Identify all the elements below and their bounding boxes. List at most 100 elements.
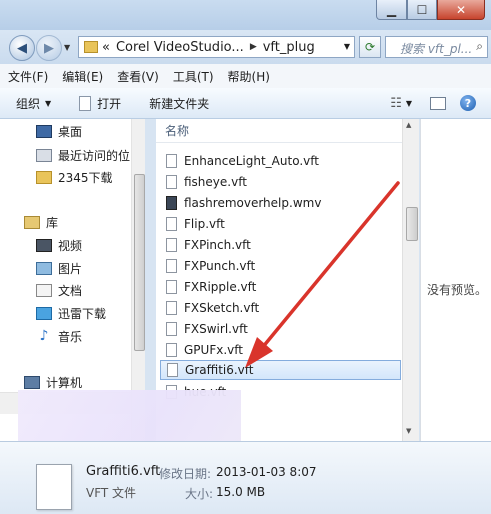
nav-item-thunder-download[interactable]: 迅雷下载: [36, 302, 106, 324]
menu-help[interactable]: 帮助(H): [220, 68, 276, 85]
address-bar[interactable]: « Corel VideoStudio... ▶ vft_plug ▼: [78, 36, 355, 58]
file-icon: [166, 154, 177, 168]
title-bar: ▁ ☐ ✕: [0, 0, 491, 30]
help-icon[interactable]: ?: [460, 95, 476, 111]
documents-library-icon: [36, 283, 52, 297]
file-name: Graffiti6.vft: [185, 363, 254, 377]
nav-item-recent-places[interactable]: 最近访问的位: [36, 144, 130, 166]
search-input[interactable]: 搜索 vft_pl... ⌕: [385, 36, 488, 58]
new-folder-button[interactable]: 新建文件夹: [149, 95, 209, 112]
view-options-icon[interactable]: ☷: [390, 96, 402, 111]
file-icon: [166, 301, 177, 315]
nav-item-label: 图片: [58, 261, 83, 276]
nav-item-libraries[interactable]: 库: [24, 211, 58, 233]
address-prefix[interactable]: «: [102, 40, 110, 55]
file-list-scrollbar[interactable]: ▲ ▼: [402, 119, 419, 441]
search-icon[interactable]: ⌕: [476, 39, 483, 54]
library-icon: [24, 215, 40, 229]
address-segment-vft-plug[interactable]: vft_plug: [263, 40, 315, 55]
refresh-icon: ⟳: [364, 40, 376, 54]
scroll-down-icon[interactable]: ▼: [406, 427, 411, 435]
file-name: FXSketch.vft: [184, 301, 260, 315]
modified-date-label: 修改日期:: [159, 467, 212, 481]
address-segment-corel[interactable]: Corel VideoStudio...: [116, 40, 244, 55]
file-row[interactable]: FXRipple.vft: [160, 277, 401, 297]
file-name: GPUFx.vft: [184, 343, 243, 357]
chevron-down-icon[interactable]: ▼: [406, 99, 412, 108]
nav-item-label: 计算机: [46, 375, 83, 390]
desktop-icon: [36, 124, 52, 138]
file-row[interactable]: FXSketch.vft: [160, 298, 401, 318]
file-thumbnail-icon: [36, 464, 72, 510]
arrow-left-icon: ◀: [17, 40, 27, 56]
details-pane: Graffiti6.vft VFT 文件 修改日期: 2013-01-03 8:…: [0, 441, 491, 514]
open-button[interactable]: 打开: [79, 95, 121, 112]
refresh-button[interactable]: ⟳: [359, 36, 381, 58]
maximize-button[interactable]: ☐: [407, 0, 437, 20]
details-file-name: Graffiti6.vft: [86, 464, 161, 479]
scrollbar-thumb[interactable]: [406, 207, 418, 241]
organize-label: 组织: [16, 96, 41, 111]
file-row[interactable]: fisheye.vft: [160, 172, 401, 192]
close-button[interactable]: ✕: [437, 0, 485, 20]
nav-item-label: 视频: [58, 238, 83, 253]
file-name: flashremoverhelp.wmv: [184, 196, 322, 210]
nav-item-label: 文档: [58, 283, 83, 298]
modified-date-value: 2013-01-03 8:07: [216, 465, 317, 479]
nav-item-video[interactable]: 视频: [36, 234, 82, 256]
recent-pages-dropdown[interactable]: ▼: [64, 43, 70, 52]
file-row[interactable]: FXPunch.vft: [160, 256, 401, 276]
file-row[interactable]: flashremoverhelp.wmv: [160, 193, 401, 213]
nav-item-label: 2345下载: [58, 170, 113, 185]
folder-icon: [84, 41, 98, 53]
file-icon: [166, 280, 177, 294]
column-header-name[interactable]: 名称: [156, 119, 403, 143]
menu-view[interactable]: 查看(V): [109, 68, 165, 85]
file-row[interactable]: EnhanceLight_Auto.vft: [160, 151, 401, 171]
menu-edit[interactable]: 编辑(E): [54, 68, 109, 85]
no-preview-text: 没有预览。: [427, 283, 488, 297]
file-name: FXPinch.vft: [184, 238, 251, 252]
command-bar: 组织 ▼ 打开 新建文件夹 ☷ ▼ ?: [0, 88, 491, 119]
preview-pane-icon[interactable]: [430, 96, 446, 110]
file-row-selected[interactable]: Graffiti6.vft: [160, 360, 401, 380]
thunder-download-icon: [36, 306, 52, 320]
nav-item-label: 音乐: [58, 329, 83, 344]
chevron-down-icon[interactable]: ▼: [344, 42, 350, 51]
nav-item-documents[interactable]: 文档: [36, 279, 82, 301]
forward-button[interactable]: ▶: [36, 35, 62, 61]
nav-item-desktop[interactable]: 桌面: [36, 120, 82, 142]
nav-item-pictures[interactable]: 图片: [36, 257, 82, 279]
folder-icon: [36, 170, 52, 184]
video-file-icon: [166, 196, 177, 210]
nav-item-label: 最近访问的位: [58, 148, 131, 163]
minimize-button[interactable]: ▁: [376, 0, 407, 20]
file-row[interactable]: GPUFx.vft: [160, 340, 401, 360]
file-row[interactable]: FXPinch.vft: [160, 235, 401, 255]
file-row[interactable]: FXSwirl.vft: [160, 319, 401, 339]
search-placeholder: 搜索 vft_pl...: [400, 42, 473, 56]
file-name: FXSwirl.vft: [184, 322, 248, 336]
chevron-right-icon[interactable]: ▶: [250, 42, 257, 52]
nav-item-label: 库: [46, 215, 59, 230]
nav-item-music[interactable]: ♪ 音乐: [36, 325, 82, 347]
pictures-library-icon: [36, 261, 52, 275]
nav-item-2345-download[interactable]: 2345下载: [36, 166, 113, 188]
size-value: 15.0 MB: [216, 485, 266, 499]
new-folder-label: 新建文件夹: [149, 96, 210, 111]
document-icon: [79, 95, 92, 111]
file-row[interactable]: Flip.vft: [160, 214, 401, 234]
toolbar-right: ☷ ▼ ?: [390, 88, 491, 118]
file-name: FXRipple.vft: [184, 280, 257, 294]
file-name: fisheye.vft: [184, 175, 247, 189]
menu-file[interactable]: 文件(F): [0, 68, 54, 85]
menu-tools[interactable]: 工具(T): [165, 68, 220, 85]
back-button[interactable]: ◀: [9, 35, 35, 61]
file-name: EnhanceLight_Auto.vft: [184, 154, 319, 168]
scrollbar-thumb[interactable]: [134, 174, 145, 351]
scroll-up-icon[interactable]: ▲: [406, 121, 411, 129]
chevron-down-icon: ▼: [45, 98, 52, 108]
organize-button[interactable]: 组织 ▼: [16, 95, 51, 112]
file-icon: [167, 363, 178, 377]
file-icon: [166, 259, 177, 273]
